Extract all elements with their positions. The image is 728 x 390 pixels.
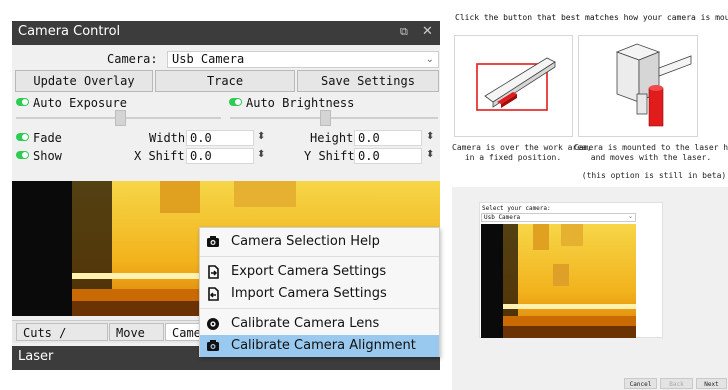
width-field[interactable]: 0.0: [186, 130, 254, 146]
wizard-camera-value: Usb Camera: [484, 214, 521, 221]
wizard-camera-preview: [481, 224, 636, 338]
menu-item-label: Calibrate Camera Lens: [231, 316, 380, 331]
menu-item-calibrate-alignment[interactable]: Calibrate Camera Alignment: [200, 335, 439, 357]
float-icon[interactable]: ⧉: [400, 25, 408, 39]
width-label: Width: [149, 131, 186, 145]
yshift-label: Y Shift: [304, 149, 355, 163]
menu-item-label: Export Camera Settings: [231, 264, 387, 279]
import-icon: [208, 287, 219, 301]
camera-icon: [207, 236, 219, 247]
show-label: Show: [33, 149, 62, 163]
chevron-down-icon: ⌄: [425, 54, 434, 65]
tab-cuts[interactable]: Cuts / L···: [16, 323, 108, 358]
camera-control-titlebar[interactable]: Camera Control ⧉ ✕: [12, 21, 440, 45]
height-field[interactable]: 0.0: [354, 130, 422, 146]
wizard-back-button[interactable]: Back: [660, 378, 693, 389]
camera-select-value: Usb Camera: [172, 52, 245, 66]
laser-title: Laser: [18, 349, 54, 364]
menu-item-export-settings[interactable]: Export Camera Settings: [200, 261, 439, 283]
option-head-camera[interactable]: [578, 35, 698, 137]
save-settings-button[interactable]: Save Settings: [297, 70, 439, 92]
menu-item-camera-selection-help[interactable]: Camera Selection Help: [200, 231, 439, 253]
toggle-icon: [16, 98, 29, 106]
option2-caption: Camera is mounted to the laser head, and…: [574, 143, 728, 162]
wizard-card: Select your camera: Usb Camera ⌄: [479, 202, 663, 338]
auto-brightness-label: Auto Brightness: [246, 96, 355, 110]
menu-item-calibrate-lens[interactable]: Calibrate Camera Lens: [200, 313, 439, 335]
chevron-down-icon: ⌄: [627, 213, 633, 220]
yshift-spinner-icon[interactable]: ⬍: [426, 149, 434, 160]
yshift-field[interactable]: 0.0: [354, 148, 422, 164]
height-label: Height: [310, 131, 354, 145]
xshift-label: X Shift: [134, 149, 185, 163]
camera-select[interactable]: Usb Camera ⌄: [167, 51, 439, 68]
lens-icon: [207, 318, 219, 330]
fade-toggle[interactable]: Fade: [16, 131, 62, 145]
head-camera-illustration: [615, 43, 692, 127]
menu-item-label: Import Camera Settings: [231, 286, 387, 301]
camera-context-menu: Camera Selection Help Export Camera Sett…: [199, 227, 440, 357]
width-spinner-icon[interactable]: ⬍: [257, 131, 265, 142]
tab-move[interactable]: Move: [109, 323, 164, 341]
wizard-camera-select[interactable]: Usb Camera ⌄: [481, 213, 636, 222]
close-icon[interactable]: ✕: [422, 24, 433, 39]
height-spinner-icon[interactable]: ⬍: [426, 131, 434, 142]
option-fixed-camera[interactable]: [454, 35, 573, 137]
menu-item-label: Camera Selection Help: [231, 234, 380, 249]
camera-wizard: Select your camera: Usb Camera ⌄ Cancel …: [452, 187, 728, 390]
help-instruction: Click the button that best matches how y…: [455, 13, 728, 22]
show-toggle[interactable]: Show: [16, 149, 62, 163]
export-icon: [208, 265, 219, 279]
update-overlay-button[interactable]: Update Overlay: [15, 70, 153, 92]
menu-divider: [200, 256, 439, 257]
select-camera-label: Select your camera:: [482, 205, 551, 212]
camera-label: Camera:: [107, 52, 158, 66]
camera-icon: [207, 340, 219, 351]
brightness-slider[interactable]: [320, 110, 331, 126]
toggle-icon: [16, 151, 29, 159]
fixed-camera-illustration: [476, 57, 556, 111]
auto-exposure-toggle[interactable]: Auto Exposure: [16, 96, 127, 110]
wizard-cancel-button[interactable]: Cancel: [624, 378, 657, 389]
toggle-icon: [229, 98, 242, 106]
exposure-slider[interactable]: [115, 110, 126, 126]
brightness-slider-track: [230, 117, 438, 119]
menu-divider: [200, 308, 439, 309]
camera-control-title: Camera Control: [18, 24, 121, 39]
auto-brightness-toggle[interactable]: Auto Brightness: [229, 96, 354, 110]
trace-button[interactable]: Trace: [155, 70, 295, 92]
fade-label: Fade: [33, 131, 62, 145]
menu-item-label: Calibrate Camera Alignment: [231, 338, 416, 353]
wizard-next-button[interactable]: Next: [696, 378, 727, 389]
xshift-field[interactable]: 0.0: [186, 148, 254, 164]
option2-note: (this option is still in beta): [581, 171, 727, 180]
toggle-icon: [16, 133, 29, 141]
xshift-spinner-icon[interactable]: ⬍: [257, 149, 265, 160]
option1-caption: Camera is over the work area, in a fixed…: [452, 143, 592, 162]
menu-item-import-settings[interactable]: Import Camera Settings: [200, 283, 439, 305]
auto-exposure-label: Auto Exposure: [33, 96, 127, 110]
